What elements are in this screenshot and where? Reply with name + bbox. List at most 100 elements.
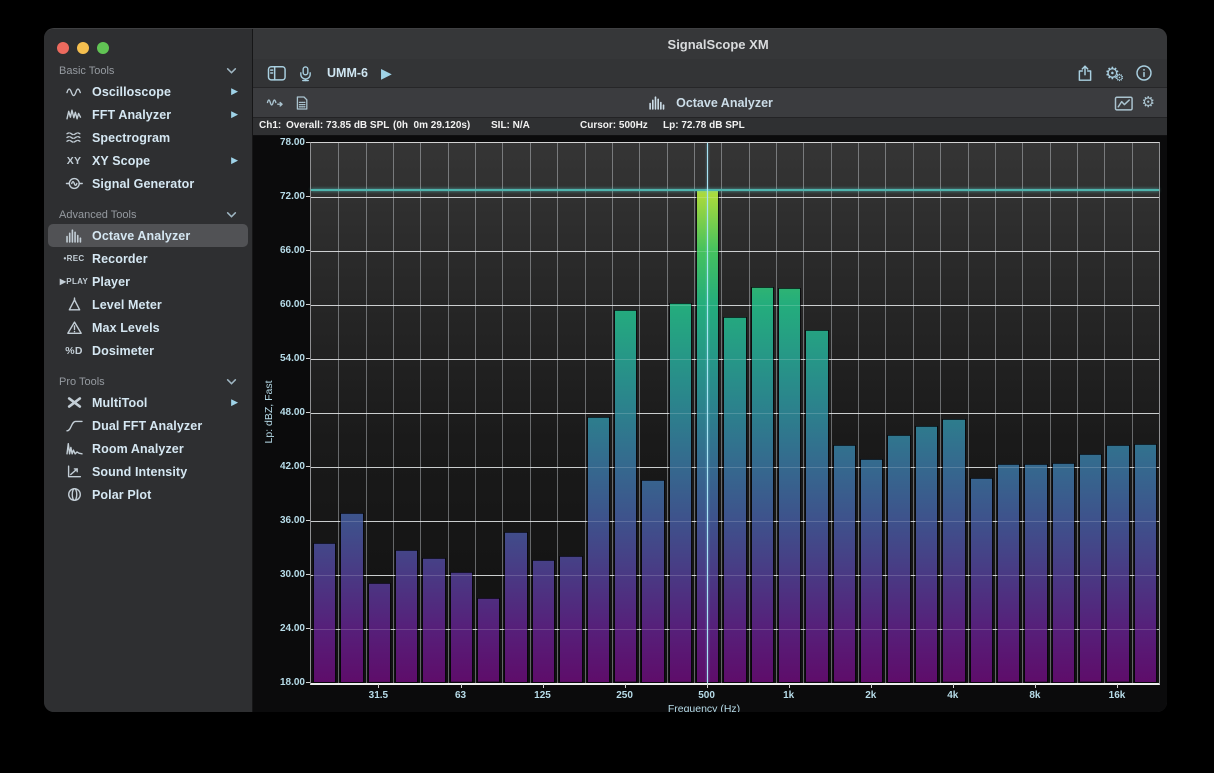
- disclosure-arrow-icon[interactable]: ▶: [231, 398, 238, 407]
- band-bar-1-25k[interactable]: [805, 330, 828, 683]
- band-bar-200[interactable]: [587, 417, 610, 683]
- sidebar-item-max-levels[interactable]: Max Levels: [48, 316, 248, 339]
- band-bar-1k[interactable]: [778, 288, 801, 683]
- level-gridline-overlay: [311, 575, 1159, 576]
- sidebar-item-label: Spectrogram: [92, 131, 170, 145]
- sidebar-item-dual-fft-analyzer[interactable]: Dual FFT Analyzer: [48, 414, 248, 437]
- chevron-down-icon[interactable]: [226, 378, 237, 386]
- band-bar-80[interactable]: [477, 598, 500, 683]
- sidebar-section-basic-tools: Basic ToolsOscilloscope▶FFT Analyzer▶ Spe…: [44, 62, 252, 195]
- band-bar-25[interactable]: [340, 513, 363, 683]
- sidebar-item-label: Signal Generator: [92, 177, 194, 191]
- x-axis-tick-label: 250: [616, 690, 633, 701]
- band-bar-10k[interactable]: [1052, 463, 1075, 684]
- status-sil: SIL: N/A: [491, 120, 530, 131]
- desktop-background: Basic ToolsOscilloscope▶FFT Analyzer▶ Spe…: [0, 0, 1214, 773]
- gear-icon[interactable]: ⚙: [1142, 95, 1155, 110]
- band-bar-1-6k[interactable]: [833, 445, 856, 683]
- sidebar-item-label: Player: [92, 275, 130, 289]
- sidebar-item-spectrogram[interactable]: Spectrogram: [48, 126, 248, 149]
- info-icon[interactable]: [1135, 64, 1153, 82]
- sidebar-item-recorder[interactable]: •RECRecorder: [48, 247, 248, 270]
- section-header-basic-tools[interactable]: Basic Tools: [44, 62, 252, 80]
- status-lp: Lp: 72.78 dB SPL: [663, 120, 745, 131]
- sidebar-item-multitool[interactable]: MultiTool▶: [48, 391, 248, 414]
- band-bar-16k[interactable]: [1106, 445, 1129, 683]
- document-icon[interactable]: [294, 95, 310, 111]
- band-bar-800[interactable]: [751, 287, 774, 683]
- sidebar-item-sound-intensity[interactable]: Sound Intensity: [48, 460, 248, 483]
- toggle-sidebar-icon[interactable]: [267, 65, 286, 81]
- sidebar-item-xy-scope[interactable]: XYXY Scope▶: [48, 149, 248, 172]
- sidebar-item-label: XY Scope: [92, 154, 150, 168]
- sidebar-item-dosimeter[interactable]: %DDosimeter: [48, 339, 248, 362]
- chevron-down-icon[interactable]: [226, 211, 237, 219]
- y-axis-tick-label: 30.00: [253, 569, 305, 580]
- band-bar-4k[interactable]: [942, 419, 965, 683]
- section-header-pro-tools[interactable]: Pro Tools: [44, 373, 252, 391]
- disclosure-arrow-icon[interactable]: ▶: [231, 110, 238, 119]
- band-bar-12-5k[interactable]: [1079, 454, 1102, 683]
- input-device-label[interactable]: UMM-6: [327, 66, 368, 80]
- y-axis-tick: [306, 358, 310, 359]
- band-bar-20[interactable]: [313, 543, 336, 683]
- y-axis-tick: [306, 250, 310, 251]
- close-window-button[interactable]: [57, 42, 69, 54]
- band-bar-2-5k[interactable]: [887, 435, 910, 683]
- play-text-icon: ▶PLAY: [56, 277, 92, 286]
- sound-intensity-icon: [56, 464, 92, 479]
- sidebar-item-octave-analyzer[interactable]: Octave Analyzer: [48, 224, 248, 247]
- sidebar-item-oscilloscope[interactable]: Oscilloscope▶: [48, 80, 248, 103]
- band-bar-125[interactable]: [532, 560, 555, 683]
- band-bar-31-5[interactable]: [368, 583, 391, 683]
- y-axis-tick-label: 54.00: [253, 353, 305, 364]
- y-axis-tick: [306, 466, 310, 467]
- microphone-icon[interactable]: [297, 65, 314, 82]
- sidebar-item-label: Polar Plot: [92, 488, 151, 502]
- sidebar-item-player[interactable]: ▶PLAY Player: [48, 270, 248, 293]
- band-bar-6-3k[interactable]: [997, 464, 1020, 683]
- y-axis-tick: [306, 412, 310, 413]
- band-bar-2k[interactable]: [860, 459, 883, 683]
- chevron-down-icon[interactable]: [226, 67, 237, 75]
- band-bar-5k[interactable]: [970, 478, 993, 683]
- minimize-window-button[interactable]: [77, 42, 89, 54]
- frequency-cursor-line[interactable]: [707, 143, 709, 683]
- play-button[interactable]: ▶: [381, 66, 392, 80]
- x-axis-tick-label: 4k: [947, 690, 958, 701]
- fft-wave-icon: [56, 107, 92, 122]
- disclosure-arrow-icon[interactable]: ▶: [231, 87, 238, 96]
- octave-analyzer-chart: 78.0072.0066.0060.0054.0048.0042.0036.00…: [253, 136, 1167, 712]
- sidebar-item-signal-generator[interactable]: Signal Generator: [48, 172, 248, 195]
- band-bar-315[interactable]: [641, 480, 664, 683]
- level-gridline-overlay: [311, 629, 1159, 630]
- app-window: Basic ToolsOscilloscope▶FFT Analyzer▶ Spe…: [44, 28, 1167, 712]
- band-bar-400[interactable]: [669, 303, 692, 683]
- sidebar-item-fft-analyzer[interactable]: FFT Analyzer▶: [48, 103, 248, 126]
- section-header-advanced-tools[interactable]: Advanced Tools: [44, 206, 252, 224]
- y-axis-tick-label: 60.00: [253, 299, 305, 310]
- y-axis-tick-label: 48.00: [253, 407, 305, 418]
- band-bar-8k[interactable]: [1024, 464, 1047, 683]
- zoom-window-button[interactable]: [97, 42, 109, 54]
- chart-icon[interactable]: [1114, 95, 1133, 111]
- sidebar-section-pro-tools: Pro ToolsMultiTool▶Dual FFT AnalyzerRoom…: [44, 373, 252, 506]
- band-bar-3-15k[interactable]: [915, 426, 938, 683]
- band-bar-20k[interactable]: [1134, 444, 1157, 683]
- sidebar-item-room-analyzer[interactable]: Room Analyzer: [48, 437, 248, 460]
- plot-area[interactable]: [310, 142, 1160, 685]
- y-axis-tick-label: 18.00: [253, 677, 305, 688]
- band-bar-63[interactable]: [450, 572, 473, 683]
- sidebar-item-polar-plot[interactable]: Polar Plot: [48, 483, 248, 506]
- disclosure-arrow-icon[interactable]: ▶: [231, 156, 238, 165]
- band-bar-40[interactable]: [395, 550, 418, 683]
- octave-bars-icon: [647, 95, 667, 110]
- share-icon[interactable]: [1076, 64, 1094, 82]
- band-bar-100[interactable]: [504, 532, 527, 683]
- band-bar-250[interactable]: [614, 310, 637, 683]
- waveform-export-icon[interactable]: [265, 95, 285, 110]
- icon-glyph-text: ▶PLAY: [60, 277, 88, 286]
- band-bar-50[interactable]: [422, 558, 445, 683]
- gears-icon[interactable]: ⚙⚙: [1105, 65, 1120, 82]
- sidebar-item-level-meter[interactable]: Level Meter: [48, 293, 248, 316]
